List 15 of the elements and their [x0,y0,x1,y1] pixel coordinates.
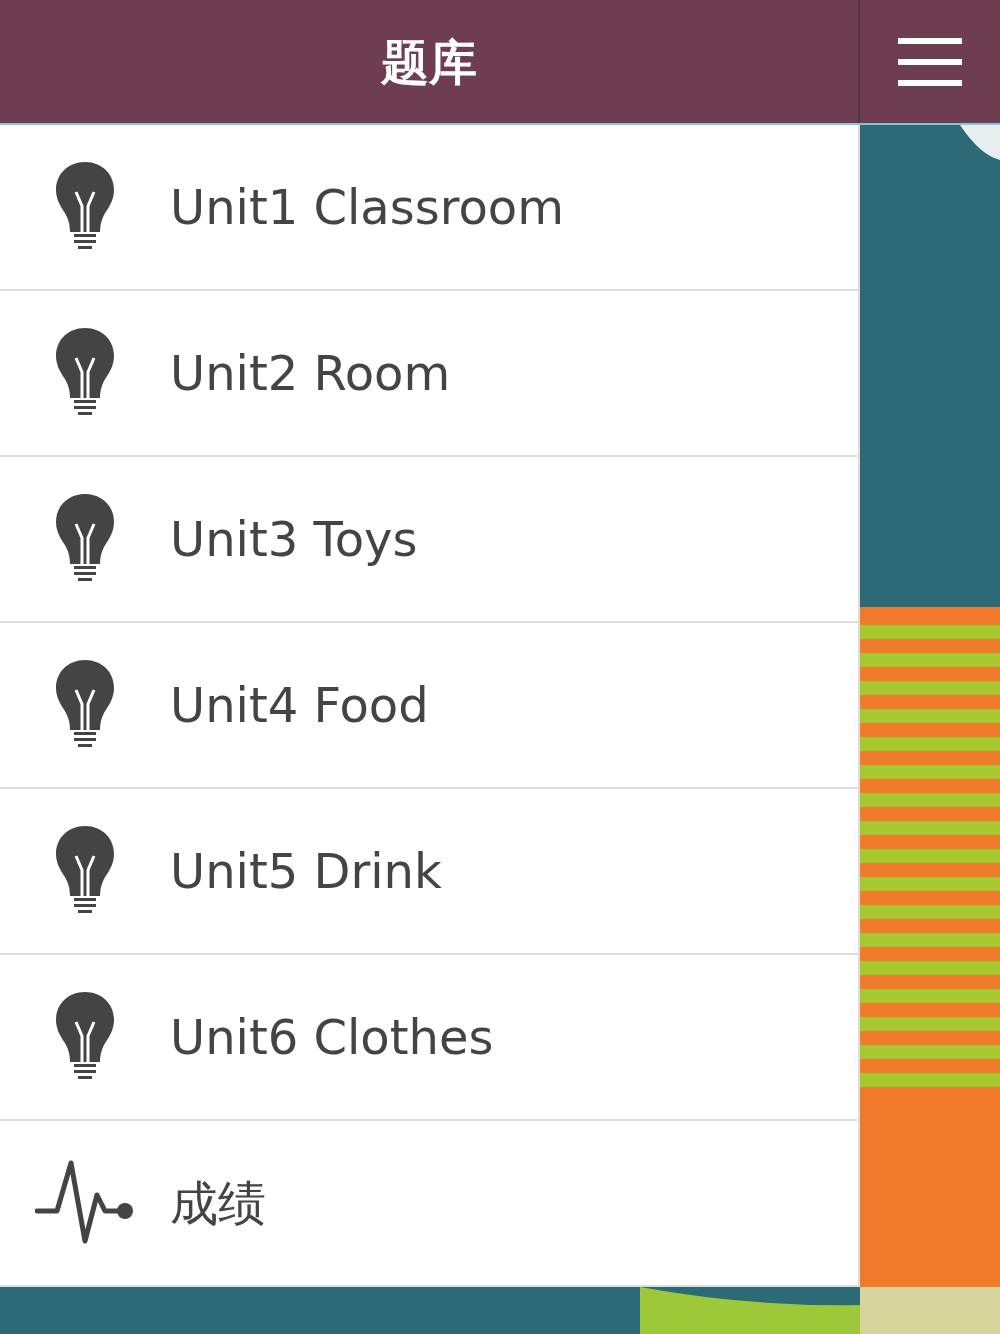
menu-item-label: Unit2 Room [170,344,451,403]
menu-item[interactable]: Unit6 Clothes [0,955,858,1121]
menu-item-label: Unit4 Food [170,676,429,735]
menu-item-label: Unit5 Drink [170,842,442,901]
menu-item[interactable]: Unit2 Room [0,291,858,457]
menu-item-label: Unit1 Classroom [170,178,564,237]
menu-item-label: Unit3 Toys [170,510,418,569]
header-title: 题库 [381,32,477,92]
menu-item[interactable]: Unit4 Food [0,623,858,789]
menu-item-label: Unit6 Clothes [170,1008,494,1067]
menu-button[interactable] [898,37,962,86]
menu-item[interactable]: Unit1 Classroom [0,125,858,291]
menu-item-label: 成绩 [170,1174,266,1233]
menu-item[interactable]: Unit5 Drink [0,789,858,955]
menu-item[interactable]: Unit3 Toys [0,457,858,623]
